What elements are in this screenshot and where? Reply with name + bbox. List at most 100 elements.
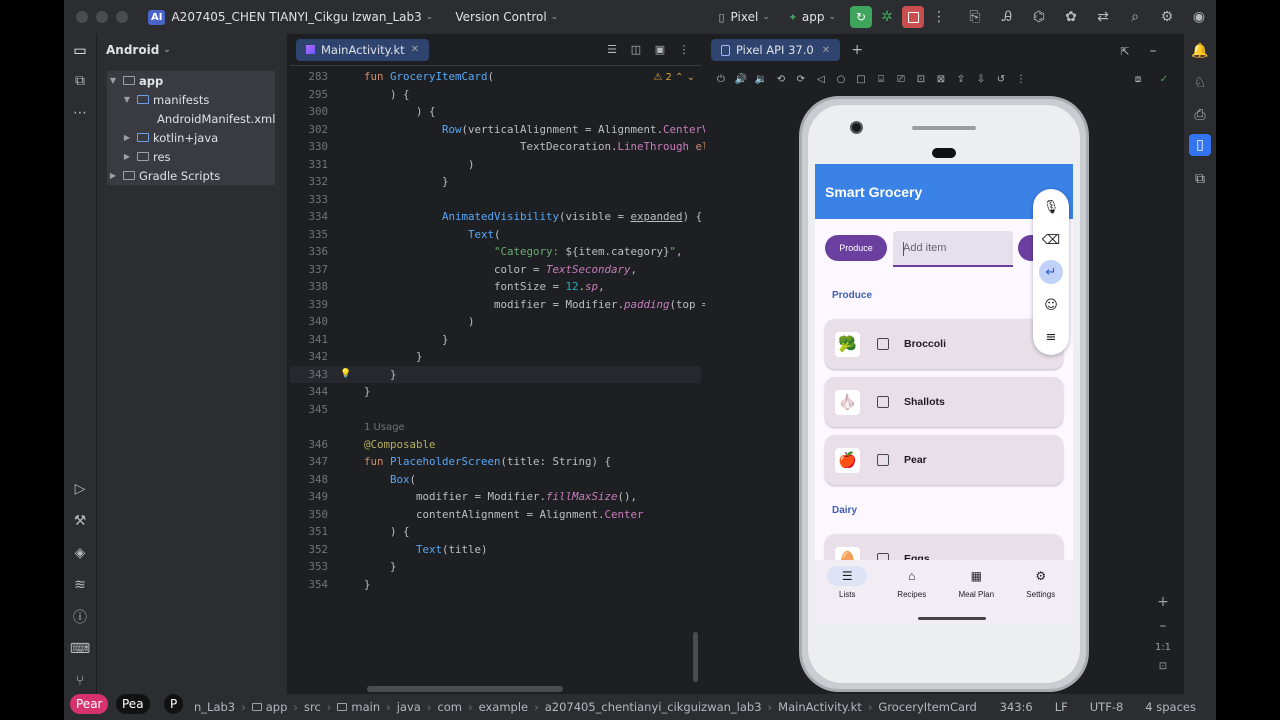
code-line[interactable]: 338 fontSize = 12.sp, — [290, 278, 701, 296]
volume-up-icon[interactable]: 🔊 — [735, 73, 747, 85]
tab-mainactivity[interactable]: MainActivity.kt ✕ — [296, 38, 430, 61]
layout-inspector-icon[interactable]: ⧈ — [1132, 73, 1144, 85]
code-line[interactable]: 352 Text(title) — [290, 541, 701, 559]
snapshot-icon[interactable]: ⎚ — [895, 73, 907, 85]
code-line[interactable]: 344} — [290, 383, 701, 401]
add-item-input[interactable]: Add item — [893, 231, 1013, 267]
code-line[interactable]: 347 fun PlaceholderScreen(title: String) … — [290, 453, 701, 471]
breadcrumb-item[interactable]: a207405_chentianyi_cikguizwan_lab3 — [545, 700, 762, 714]
gesture-home-bar[interactable] — [918, 617, 986, 620]
more-icon[interactable]: ⋮ — [930, 8, 948, 26]
code-line[interactable]: 343 💡 } — [290, 365, 701, 383]
code-line[interactable]: 334 AnimatedVisibility(visible = expande… — [290, 208, 702, 226]
code-line[interactable]: 354} — [290, 576, 701, 594]
stop-button[interactable] — [902, 6, 924, 28]
nav-meal-plan[interactable]: ▦ Meal Plan — [944, 560, 1009, 624]
code-line[interactable]: 353 } — [290, 558, 701, 576]
gemini-icon[interactable]: ◈ — [71, 544, 89, 562]
more-tools-icon[interactable]: ⋯ — [71, 104, 89, 122]
build-hammer-icon[interactable]: ⚒ — [71, 512, 89, 530]
zoom-window-button[interactable] — [116, 11, 128, 23]
code-line[interactable]: 341 } — [290, 331, 701, 349]
breadcrumb-item[interactable]: GroceryItemCard — [878, 700, 976, 714]
breadcrumb-item[interactable]: example — [479, 700, 529, 714]
code-line[interactable]: 335 Text( — [290, 226, 701, 244]
code-line[interactable]: 330 TextDecoration.LineThrough els — [290, 138, 715, 156]
close-window-button[interactable] — [76, 11, 88, 23]
terminal-icon[interactable]: ⌨ — [70, 640, 90, 658]
project-folder-icon[interactable]: ▭ — [71, 42, 89, 60]
project-name-dropdown[interactable]: A207405_CHEN TIANYI_Cikgu Izwan_Lab3 — [171, 10, 421, 24]
list-item[interactable]: 🍎 Pear — [825, 435, 1063, 485]
power-icon[interactable]: ⏻ — [715, 73, 727, 85]
sync-icon[interactable]: ⇄ — [1094, 8, 1112, 26]
code-with-me-icon[interactable]: ⌬ — [1030, 8, 1048, 26]
category-chip[interactable]: Produce — [825, 235, 887, 261]
tree-item-res[interactable]: ▶ res — [107, 147, 275, 166]
list-item[interactable]: 🥦 Broccoli — [825, 319, 1063, 369]
rotate-right-icon[interactable]: ⟳ — [795, 73, 807, 85]
item-checkbox[interactable] — [877, 338, 889, 350]
code-line[interactable]: 340 ) — [290, 313, 701, 331]
breadcrumb-item[interactable]: src — [304, 700, 321, 714]
code-line[interactable]: 351 ) { — [290, 523, 701, 541]
code-line[interactable]: 336 "Category: ${item.category}", — [290, 243, 701, 261]
code-line[interactable]: 337 color = TextSecondary, — [290, 261, 701, 279]
chevron-down-icon[interactable]: ▼ — [107, 76, 119, 85]
zoom-out-icon[interactable]: – — [1160, 618, 1167, 634]
nav-lists[interactable]: ☰ Lists — [815, 560, 880, 624]
line-separator[interactable]: LF — [1055, 700, 1068, 714]
file-encoding[interactable]: UTF-8 — [1090, 700, 1124, 714]
code-line[interactable]: 348 Box( — [290, 471, 701, 489]
device-mirroring-icon[interactable]: ⧉ — [1191, 170, 1209, 188]
device-manager-icon[interactable]: ⎘ — [966, 8, 984, 26]
more-icon[interactable]: ⋮ — [677, 42, 691, 56]
search-icon[interactable]: ⌕ — [1126, 8, 1144, 26]
sdk-manager-icon[interactable]: ✿ — [1062, 8, 1080, 26]
zoom-in-icon[interactable]: + — [1157, 594, 1169, 610]
chevron-right-icon[interactable]: ▶ — [121, 152, 133, 161]
code-line[interactable]: 283 fun GroceryItemCard( — [290, 68, 701, 86]
breadcrumb-item[interactable]: com — [437, 700, 462, 714]
notifications-bell-icon[interactable]: 🔔 — [1191, 42, 1209, 60]
tree-item-androidmanifest[interactable]: AndroidManifest.xml — [107, 109, 275, 128]
project-view-selector[interactable]: Android ⌄ — [97, 34, 287, 66]
code-line[interactable]: 300 ) { — [290, 103, 701, 121]
breadcrumb-item[interactable]: app — [266, 700, 288, 714]
code-line[interactable]: 331 ) — [290, 156, 701, 174]
overview-icon[interactable]: □ — [855, 73, 867, 85]
code-view-icon[interactable]: ☰ — [605, 42, 619, 56]
download-icon[interactable]: ⇩ — [975, 73, 987, 85]
screenrecord-icon[interactable]: ⊠ — [935, 73, 947, 85]
item-checkbox[interactable] — [877, 454, 889, 466]
translate-icon[interactable]: Ꭿ — [998, 8, 1016, 26]
caret-position[interactable]: 343:6 — [1000, 700, 1033, 714]
screenshot-icon[interactable]: ⊡ — [915, 73, 927, 85]
tree-item-app[interactable]: ▼ app — [107, 71, 275, 90]
more-icon[interactable]: ⋮ — [1015, 73, 1027, 85]
back-icon[interactable]: ◁ — [815, 73, 827, 85]
debug-icon[interactable]: ✲ — [878, 8, 896, 26]
code-line[interactable]: 333 — [290, 191, 701, 209]
tree-item-gradle-scripts[interactable]: ▶ Gradle Scripts — [107, 166, 275, 185]
git-icon[interactable]: ⑂ — [71, 672, 89, 690]
open-external-icon[interactable]: ⇱ — [1116, 42, 1134, 60]
breadcrumb-item[interactable]: main — [351, 700, 380, 714]
code-line[interactable]: 332 } — [290, 173, 701, 191]
zoom-reset-button[interactable]: 1:1 — [1155, 642, 1171, 653]
code-line[interactable]: 295 ) { — [290, 86, 701, 104]
tab-pixel-device[interactable]: Pixel API 37.0 ✕ — [711, 39, 841, 61]
list-item[interactable]: 🧄 Shallots — [825, 377, 1063, 427]
code-line[interactable]: 345 — [290, 401, 701, 419]
emoji-icon[interactable]: ☺ — [1039, 293, 1063, 317]
design-view-icon[interactable]: ▣ — [653, 42, 667, 56]
volume-down-icon[interactable]: 🔉 — [755, 73, 767, 85]
minimize-window-button[interactable] — [96, 11, 108, 23]
rerun-button[interactable]: ↻ — [850, 6, 872, 28]
gradle-elephant-icon[interactable]: ♘ — [1191, 74, 1209, 92]
code-line[interactable]: 346 @Composable — [290, 436, 701, 454]
code-line[interactable]: 350 contentAlignment = Alignment.Center — [290, 506, 701, 524]
item-checkbox[interactable] — [877, 396, 889, 408]
fold-icon[interactable]: ⌸ — [875, 73, 887, 85]
code-line[interactable]: 302 Row(verticalAlignment = Alignment.Ce… — [290, 121, 715, 139]
